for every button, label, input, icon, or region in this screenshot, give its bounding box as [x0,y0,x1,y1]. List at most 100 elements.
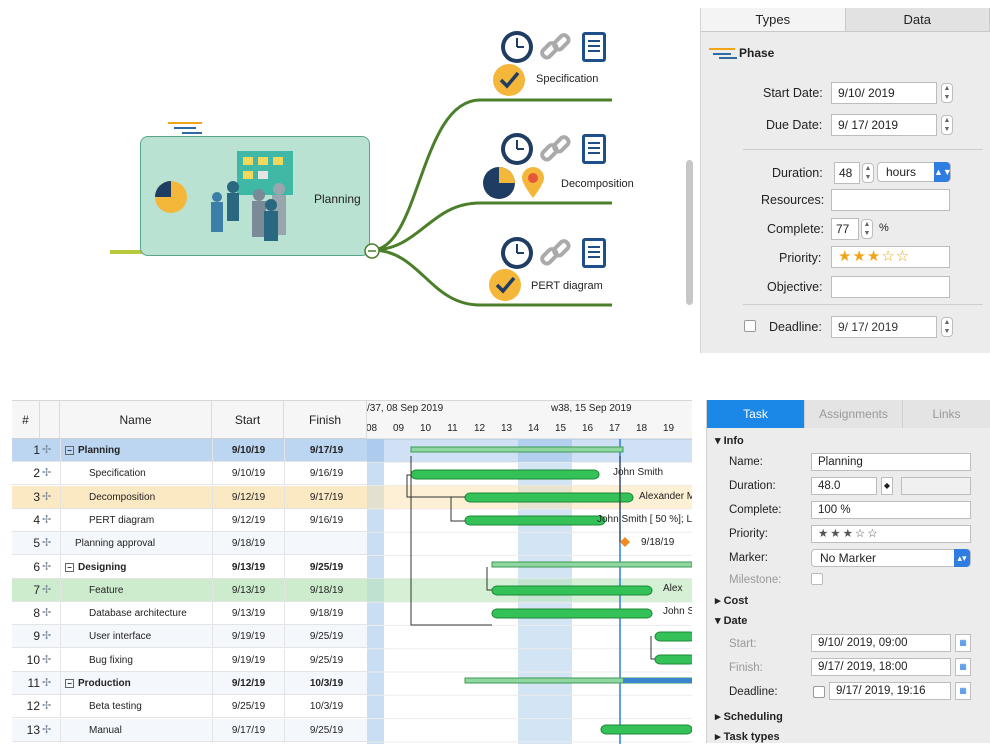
tab-assignments[interactable]: Assignments [805,400,903,428]
task-start-cell[interactable]: 9/10/19 [212,462,284,485]
task-start-cell[interactable]: 9/17/19 [212,719,284,742]
task-finish-cell[interactable] [284,532,368,555]
date-section-header[interactable]: ▾ Date [715,614,747,627]
duration-unit-select[interactable] [901,477,971,495]
task-start-cell[interactable]: 9/10/19 [212,439,284,462]
task-name-cell[interactable]: Feature [60,579,212,602]
task-start-cell[interactable]: 9/12/19 [212,509,284,532]
calendar-icon[interactable]: ▦ [955,658,971,676]
table-row[interactable]: 9✢User interface9/19/199/25/19 [12,625,367,648]
gantt-timeline[interactable]: /37, 08 Sep 2019 w38, 15 Sep 2019 080910… [367,401,692,744]
task-name-field[interactable]: Planning [811,453,971,471]
collapse-toggle-icon[interactable]: − [65,563,74,572]
table-row[interactable]: 13✢Manual9/17/199/25/19 [12,719,367,742]
table-row[interactable]: 1✢−Planning9/10/199/17/19 [12,439,367,462]
duration-field[interactable]: 48 [834,162,860,184]
column-header-number[interactable]: # [12,401,40,439]
table-row[interactable]: 3✢Decomposition9/12/199/17/19 [12,486,367,509]
collapse-toggle-icon[interactable]: − [65,446,74,455]
table-row[interactable]: 11✢−Production9/12/1910/3/19 [12,672,367,695]
duration-stepper[interactable]: ▲▼ [862,163,874,183]
table-row[interactable]: 10✢Bug fixing9/19/199/25/19 [12,649,367,672]
task-finish-cell[interactable]: 9/16/19 [284,509,368,532]
task-name-cell[interactable]: Beta testing [60,695,212,718]
due-date-field[interactable]: 9/ 17/ 2019 [831,114,937,136]
table-row[interactable]: 12✢Beta testing9/25/1910/3/19 [12,695,367,718]
task-name-cell[interactable]: −Production [60,672,212,695]
task-start-cell[interactable]: 9/18/19 [212,532,284,555]
task-finish-field[interactable]: 9/17/ 2019, 18:00 [811,658,951,676]
task-name-cell[interactable]: Specification [60,462,212,485]
task-start-cell[interactable]: 9/19/19 [212,625,284,648]
column-header-finish[interactable]: Finish [284,401,367,439]
task-deadline-field[interactable]: 9/17/ 2019, 19:16 [829,682,951,700]
task-start-cell[interactable]: 9/13/19 [212,579,284,602]
duration-stepper[interactable]: ◆ [881,477,893,495]
column-header-name[interactable]: Name [60,401,212,439]
task-name-cell[interactable]: −Designing [60,556,212,579]
table-row[interactable]: 8✢Database architecture9/13/199/18/19 [12,602,367,625]
marker-select[interactable]: No Marker ▴▾ [811,549,971,567]
start-date-stepper[interactable]: ▲▼ [941,83,953,103]
deadline-checkbox[interactable] [744,320,756,332]
task-name-cell[interactable]: Decomposition [60,486,212,509]
resources-field[interactable] [831,189,950,211]
task-finish-cell[interactable]: 10/3/19 [284,672,368,695]
table-row[interactable]: 7✢Feature9/13/199/18/19 [12,579,367,602]
mind-map-canvas[interactable]: Planning Specification [0,0,680,360]
collapse-toggle-icon[interactable]: − [65,679,74,688]
task-name-cell[interactable]: Bug fixing [60,649,212,672]
table-row[interactable]: 5✢Planning approval9/18/19 [12,532,367,555]
table-row[interactable]: 6✢−Designing9/13/199/25/19 [12,556,367,579]
task-start-cell[interactable]: 9/19/19 [212,649,284,672]
task-priority-stars[interactable]: ★★★☆☆ [811,525,971,543]
collapse-toggle-icon[interactable] [364,243,380,259]
task-name-cell[interactable]: Database architecture [60,602,212,625]
vertical-scrollbar[interactable] [686,160,693,305]
objective-field[interactable] [831,276,950,298]
task-start-cell[interactable]: 9/13/19 [212,602,284,625]
duration-unit-select[interactable]: hours ▲▼ [877,162,951,182]
deadline-stepper[interactable]: ▲▼ [941,317,953,337]
calendar-icon[interactable]: ▦ [955,682,971,700]
start-date-field[interactable]: 9/10/ 2019 [831,82,937,104]
priority-stars[interactable]: ★★★☆☆ [831,246,950,268]
table-row[interactable]: 2✢Specification9/10/199/16/19 [12,462,367,485]
scheduling-section-header[interactable]: ▸ Scheduling [715,710,783,723]
task-finish-cell[interactable]: 9/18/19 [284,579,368,602]
task-finish-cell[interactable]: 9/25/19 [284,649,368,672]
task-start-cell[interactable]: 9/12/19 [212,486,284,509]
tab-task[interactable]: Task [707,400,805,428]
milestone-checkbox[interactable] [811,573,823,585]
task-finish-cell[interactable]: 10/3/19 [284,695,368,718]
task-name-cell[interactable]: Manual [60,719,212,742]
central-topic-planning[interactable]: Planning [140,136,370,256]
task-name-cell[interactable]: User interface [60,625,212,648]
task-start-cell[interactable]: 9/12/19 [212,672,284,695]
task-finish-cell[interactable]: 9/25/19 [284,719,368,742]
task-types-section-header[interactable]: ▸ Task types [715,730,780,743]
column-header-start[interactable]: Start [212,401,284,439]
calendar-icon[interactable]: ▦ [955,634,971,652]
info-section-header[interactable]: ▾ Info [715,434,744,447]
task-start-cell[interactable]: 9/13/19 [212,556,284,579]
task-start-field[interactable]: 9/10/ 2019, 09:00 [811,634,951,652]
due-date-stepper[interactable]: ▲▼ [941,115,953,135]
task-finish-cell[interactable]: 9/18/19 [284,602,368,625]
task-finish-cell[interactable]: 9/17/19 [284,486,368,509]
cost-section-header[interactable]: ▸ Cost [715,594,748,607]
task-finish-cell[interactable]: 9/16/19 [284,462,368,485]
task-finish-cell[interactable]: 9/17/19 [284,439,368,462]
task-complete-field[interactable]: 100 % [811,501,971,519]
task-finish-cell[interactable]: 9/25/19 [284,625,368,648]
tab-data[interactable]: Data [846,8,990,31]
deadline-field[interactable]: 9/ 17/ 2019 [831,316,937,338]
task-start-cell[interactable]: 9/25/19 [212,695,284,718]
task-name-cell[interactable]: PERT diagram [60,509,212,532]
tab-links[interactable]: Links [903,400,990,428]
task-finish-cell[interactable]: 9/25/19 [284,556,368,579]
complete-stepper[interactable]: ▲▼ [861,219,873,239]
tab-types[interactable]: Types [701,8,846,31]
task-duration-field[interactable]: 48.0 [811,477,877,495]
task-name-cell[interactable]: Planning approval [60,532,212,555]
